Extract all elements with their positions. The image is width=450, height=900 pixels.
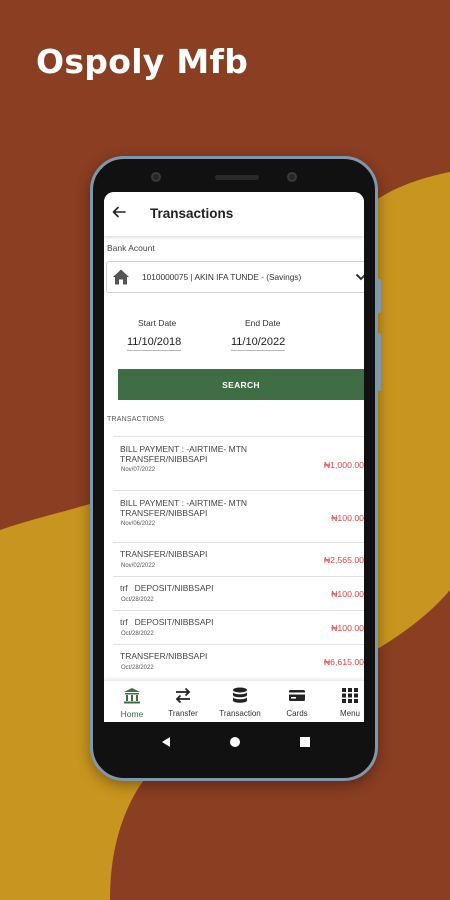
transaction-amount: ₦6,615.00 xyxy=(323,657,364,667)
recents-square-icon[interactable] xyxy=(299,736,311,748)
selected-account: 1010000075 | AKIN IFA TUNDE - (Savings) xyxy=(142,272,302,282)
nav-transaction[interactable]: Transaction xyxy=(212,681,268,722)
chevron-down-icon xyxy=(355,273,364,281)
transaction-amount: ₦1,000.00 xyxy=(323,460,364,470)
system-navigation-bar xyxy=(104,722,364,764)
nav-menu-label: Menu xyxy=(339,709,360,718)
transaction-row[interactable]: BILL PAYMENT : -AIRTIME- MTN TRANSFER/NI… xyxy=(113,490,364,542)
transaction-row[interactable]: trf DEPOSIT/NIBBSAPI Oct/28/2022 ₦100.00 xyxy=(113,576,364,610)
transaction-date: Nov/07/2022 xyxy=(121,467,156,473)
nav-transaction-label: Transaction xyxy=(219,709,261,718)
bank-account-select[interactable]: 1010000075 | AKIN IFA TUNDE - (Savings) xyxy=(106,261,364,293)
transaction-row[interactable]: TRANSFER/NIBBSAPI Nov/02/2022 ₦2,565.00 xyxy=(113,542,364,576)
bank-account-label: Bank Acount xyxy=(107,243,155,253)
transaction-date: Nov/06/2022 xyxy=(121,521,156,527)
transaction-row[interactable]: TRANSFER/NIBBSAPI Oct/28/2022 ₦6,615.00 xyxy=(113,644,364,678)
arrow-left-icon[interactable] xyxy=(112,205,126,219)
transaction-row[interactable]: trf DEPOSIT/NIBBSAPI Oct/28/2022 ₦100.00 xyxy=(113,610,364,644)
transaction-date: Oct/28/2022 xyxy=(121,665,154,671)
start-date-label: Start Date xyxy=(138,318,177,328)
end-date-label: End Date xyxy=(245,318,281,328)
transaction-date: Nov/02/2022 xyxy=(121,563,156,569)
transaction-date: Oct/28/2022 xyxy=(121,597,154,603)
nav-home-label: Home xyxy=(120,709,144,719)
transaction-row[interactable]: BILL PAYMENT : -AIRTIME- MTN TRANSFER/NI… xyxy=(113,436,364,490)
transaction-amount: ₦100.00 xyxy=(331,513,364,523)
nav-home[interactable]: Home xyxy=(104,681,160,722)
home-circle-icon[interactable] xyxy=(229,736,241,748)
house-icon xyxy=(113,269,129,285)
database-icon xyxy=(233,687,247,703)
transaction-amount: ₦100.00 xyxy=(331,623,364,633)
nav-transfer-label: Transfer xyxy=(168,709,198,718)
start-date-field[interactable]: 11/10/2018 xyxy=(127,336,182,351)
transaction-description: BILL PAYMENT : -AIRTIME- MTN TRANSFER/NI… xyxy=(120,498,248,518)
transaction-amount: ₦2,565.00 xyxy=(323,555,364,565)
credit-card-icon xyxy=(289,690,305,701)
transaction-description: trf DEPOSIT/NIBBSAPI xyxy=(120,583,214,593)
back-triangle-icon[interactable] xyxy=(160,736,172,748)
transaction-date: Oct/28/2022 xyxy=(121,631,154,637)
app-screen: Transactions Bank Acount 1010000075 | AK… xyxy=(104,192,364,722)
bottom-navigation: Home Transfer Transaction Cards Menu xyxy=(104,680,364,722)
front-camera-icon xyxy=(151,172,161,182)
nav-transfer[interactable]: Transfer xyxy=(155,681,211,722)
phone-frame: Transactions Bank Acount 1010000075 | AK… xyxy=(90,156,381,781)
transactions-heading: TRANSACTIONS xyxy=(107,416,165,423)
nav-menu[interactable]: Menu xyxy=(322,681,364,722)
app-bar: Transactions xyxy=(104,192,364,236)
transaction-description: BILL PAYMENT : -AIRTIME- MTN TRANSFER/NI… xyxy=(120,444,248,464)
transaction-amount: ₦100.00 xyxy=(331,589,364,599)
transaction-description: TRANSFER/NIBBSAPI xyxy=(120,651,208,661)
grid-icon xyxy=(342,688,358,703)
bank-icon xyxy=(124,688,140,704)
transaction-description: TRANSFER/NIBBSAPI xyxy=(120,549,208,559)
sensor-icon xyxy=(287,172,297,182)
page-title: Transactions xyxy=(150,206,234,221)
nav-cards[interactable]: Cards xyxy=(269,681,325,722)
nav-cards-label: Cards xyxy=(286,709,308,718)
search-button[interactable]: SEARCH xyxy=(118,369,364,400)
speaker-grille xyxy=(215,175,259,180)
app-store-headline: Ospoly Mfb xyxy=(36,42,249,81)
end-date-field[interactable]: 11/10/2022 xyxy=(231,336,286,351)
swap-arrows-icon xyxy=(175,687,191,704)
transaction-description: trf DEPOSIT/NIBBSAPI xyxy=(120,617,214,627)
